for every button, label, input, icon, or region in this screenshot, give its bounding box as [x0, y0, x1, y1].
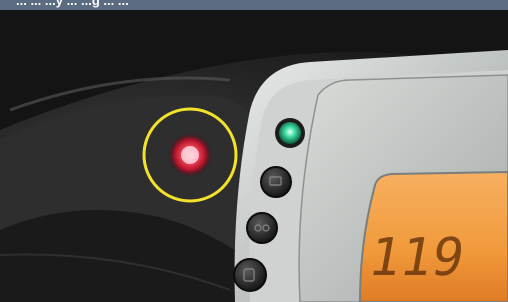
instrument-cluster: 119	[233, 50, 508, 302]
caption-text: ... ... ...y ... ...g ... ...	[16, 0, 129, 8]
lcd-display: 119	[358, 170, 508, 302]
dashboard-button-icon[interactable]	[260, 166, 292, 198]
caption-bar: ... ... ...y ... ...g ... ...	[0, 0, 508, 10]
dashboard-button-icon[interactable]	[246, 212, 278, 244]
dashboard-button-icon[interactable]	[233, 258, 267, 292]
lcd-reading: 119	[364, 227, 469, 288]
red-warning-light-icon	[168, 133, 212, 177]
photo-stage: ... ... ...y ... ...g ... ... 119	[0, 0, 508, 302]
green-indicator-icon	[275, 118, 305, 148]
dashboard-photo: 119	[0, 10, 508, 302]
